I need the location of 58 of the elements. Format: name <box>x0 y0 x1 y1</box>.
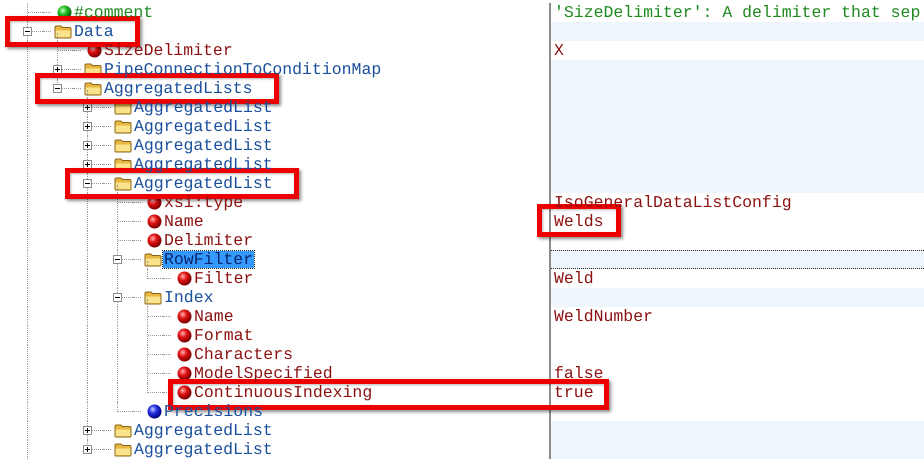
node-name[interactable]: Index <box>163 289 215 306</box>
folder-icon <box>114 176 132 190</box>
node-name[interactable]: ModelSpecified <box>193 365 334 382</box>
node-name[interactable]: Format <box>193 327 254 344</box>
node-value: X <box>554 41 564 60</box>
expand-toggle[interactable] <box>83 122 92 130</box>
expand-toggle[interactable] <box>83 160 92 168</box>
sphere-icon <box>177 271 192 286</box>
sphere-icon <box>177 385 192 400</box>
expand-toggle[interactable] <box>83 102 92 112</box>
folder-icon <box>114 120 132 134</box>
node-name[interactable]: ContinuousIndexing <box>193 384 374 401</box>
node-name[interactable]: Delimiter <box>163 232 254 249</box>
expand-toggle[interactable] <box>53 64 62 74</box>
folder-icon <box>144 290 162 304</box>
sphere-icon <box>177 328 192 343</box>
node-value: WeldNumber <box>554 307 654 326</box>
folder-icon <box>84 82 102 96</box>
expand-toggle[interactable] <box>83 426 92 434</box>
node-name[interactable]: Characters <box>193 346 294 363</box>
node-value: true <box>554 383 594 402</box>
folder-icon <box>114 424 132 438</box>
node-name[interactable]: AggregatedLists <box>103 80 254 97</box>
sphere-icon <box>147 404 162 419</box>
node-name[interactable]: Data <box>73 23 115 40</box>
node-name[interactable]: AggregatedList <box>133 137 274 154</box>
node-value: false <box>554 364 604 383</box>
sphere-icon <box>177 366 192 381</box>
sphere-icon <box>177 309 192 324</box>
node-name[interactable]: SizeDelimiter <box>103 42 234 59</box>
folder-icon <box>54 24 72 38</box>
node-value: 'SizeDelimiter': A delimiter that sep <box>554 3 920 22</box>
node-name[interactable]: Name <box>193 308 235 325</box>
node-name[interactable]: AggregatedList <box>133 441 274 458</box>
folder-icon <box>114 138 132 152</box>
collapse-toggle[interactable] <box>23 26 32 36</box>
node-name[interactable]: AggregatedList <box>133 118 274 135</box>
sphere-icon <box>147 233 162 248</box>
folder-icon <box>144 252 162 266</box>
sphere-icon <box>177 347 192 362</box>
node-value: IsoGeneralDataListConfig <box>554 193 792 212</box>
node-name[interactable]: AggregatedList <box>133 175 274 192</box>
collapse-toggle[interactable] <box>83 178 92 188</box>
node-name[interactable]: Name <box>163 213 205 230</box>
sphere-icon <box>147 214 162 229</box>
node-name[interactable]: xsi:type <box>163 194 244 211</box>
node-name[interactable]: AggregatedList <box>133 99 274 116</box>
node-value: Welds <box>554 212 604 231</box>
node-name[interactable]: Filter <box>193 270 254 287</box>
collapse-toggle[interactable] <box>53 84 62 92</box>
node-name[interactable]: AggregatedList <box>133 422 274 439</box>
collapse-toggle[interactable] <box>113 254 122 264</box>
node-name[interactable]: RowFilter <box>163 251 254 268</box>
expand-toggle[interactable] <box>83 140 92 150</box>
expand-toggle[interactable] <box>83 444 92 454</box>
node-value: Weld <box>554 269 594 288</box>
collapse-toggle[interactable] <box>113 292 122 302</box>
folder-icon <box>114 442 132 456</box>
